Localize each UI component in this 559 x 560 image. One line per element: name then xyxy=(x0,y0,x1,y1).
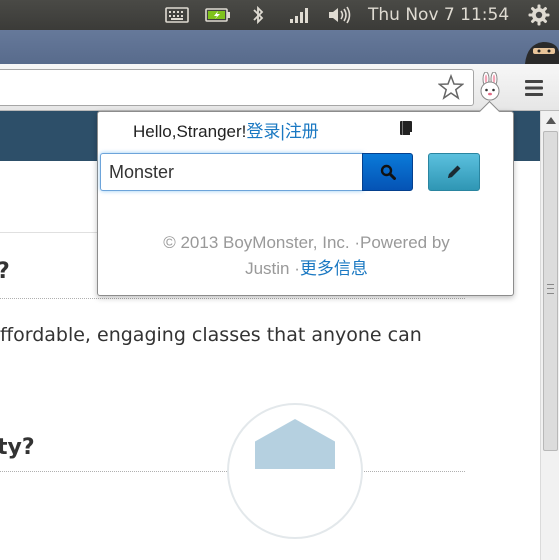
search-input[interactable]: Monster xyxy=(100,153,363,191)
edit-button[interactable] xyxy=(428,153,480,191)
vertical-scrollbar[interactable] xyxy=(540,111,559,560)
illustration-circle xyxy=(227,403,363,539)
ninja-avatar-icon xyxy=(513,30,559,64)
search-icon xyxy=(380,164,396,180)
scroll-thumb[interactable] xyxy=(543,131,558,451)
keyboard-icon[interactable] xyxy=(164,0,190,30)
hamburger-menu-icon[interactable] xyxy=(522,76,546,100)
system-top-panel: Thu Nov 7 11:54 xyxy=(0,0,559,30)
pencil-icon xyxy=(448,165,461,178)
faq-heading-2: ty? xyxy=(0,435,35,460)
browser-toolbar xyxy=(0,64,559,111)
bookmark-star-icon[interactable] xyxy=(437,73,465,100)
gear-icon[interactable] xyxy=(526,0,552,30)
extension-bunny-icon[interactable] xyxy=(476,71,504,102)
battery-icon[interactable] xyxy=(204,0,232,30)
footer-line-2: Justin ·更多信息 xyxy=(98,256,515,282)
faq-heading-1: ? xyxy=(0,259,10,284)
signal-icon[interactable] xyxy=(287,0,313,30)
author-text: Justin · xyxy=(245,259,300,278)
extension-popup: Hello,Stranger!登录|注册 Monster © 2013 BoyM… xyxy=(97,111,514,296)
bluetooth-icon[interactable] xyxy=(248,0,268,30)
more-info-link[interactable]: 更多信息 xyxy=(300,259,368,278)
scroll-grip-icon xyxy=(547,284,554,294)
copyright-text: © 2013 BoyMonster, Inc. ·Powered by xyxy=(163,233,450,252)
register-link[interactable]: 注册 xyxy=(285,122,319,141)
house-shape-icon xyxy=(255,419,335,469)
dotted-divider xyxy=(0,298,465,299)
book-icon[interactable] xyxy=(399,120,413,136)
greeting-text: Hello,Stranger! xyxy=(133,122,247,141)
search-button[interactable] xyxy=(362,153,413,191)
greeting-line: Hello,Stranger!登录|注册 xyxy=(133,117,319,142)
address-bar[interactable] xyxy=(0,69,474,106)
faq-answer-text: ffordable, engaging classes that anyone … xyxy=(0,324,422,346)
browser-tab-strip xyxy=(0,30,559,64)
volume-icon[interactable] xyxy=(326,0,354,30)
scroll-up-arrow-icon[interactable] xyxy=(541,111,559,129)
popup-footer: © 2013 BoyMonster, Inc. ·Powered by Just… xyxy=(98,230,515,282)
login-link[interactable]: 登录 xyxy=(246,122,280,141)
system-clock[interactable]: Thu Nov 7 11:54 xyxy=(368,0,509,30)
